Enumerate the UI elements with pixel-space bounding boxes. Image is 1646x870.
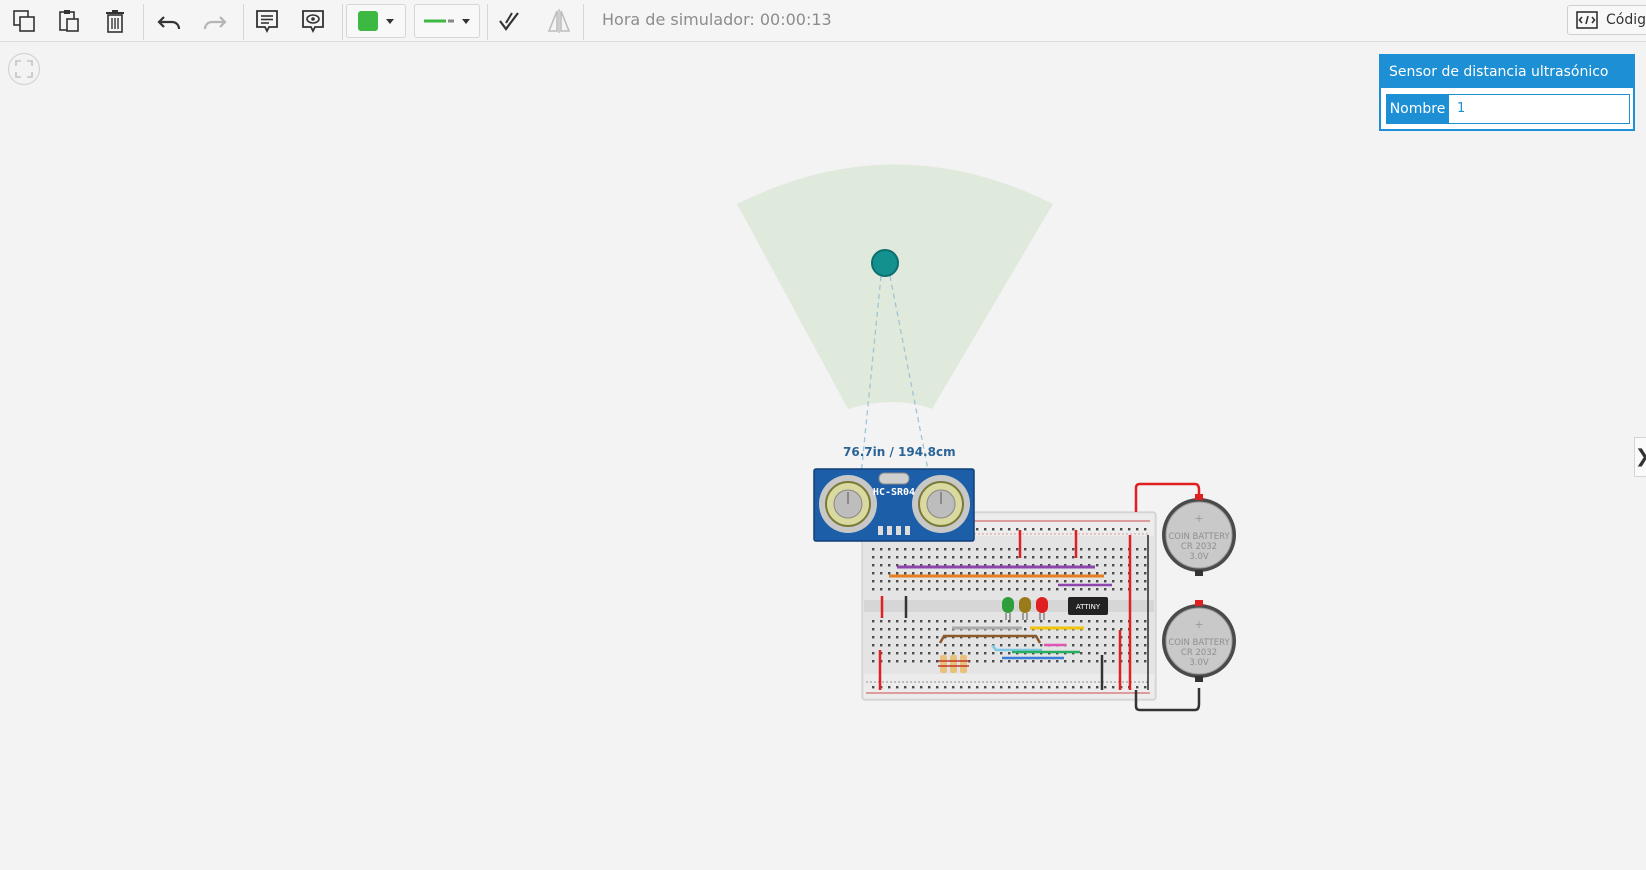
chip-label: ATTINY bbox=[1076, 603, 1101, 611]
inspector-panel: Sensor de distancia ultrasónico Nombre bbox=[1379, 54, 1635, 131]
battery-label-line-3: 3.0V bbox=[1189, 552, 1209, 562]
battery-label-line-1: COIN BATTERY bbox=[1168, 638, 1230, 648]
battery-label-line-2: CR 2032 bbox=[1181, 542, 1217, 552]
battery-label-line-1: COIN BATTERY bbox=[1168, 532, 1230, 542]
resistors[interactable] bbox=[938, 655, 969, 673]
distance-readout: 76.7in / 194.8cm bbox=[843, 445, 956, 459]
svg-text:+: + bbox=[1194, 512, 1203, 525]
name-label: Nombre bbox=[1386, 94, 1449, 124]
battery-label-line-3: 3.0V bbox=[1189, 658, 1209, 668]
inspector-name-row: Nombre bbox=[1386, 94, 1630, 124]
ultrasonic-sensor[interactable]: HC-SR04 bbox=[813, 468, 975, 542]
name-field[interactable] bbox=[1449, 94, 1630, 124]
coin-battery-1[interactable]: + COIN BATTERY CR 2032 3.0V bbox=[1162, 494, 1236, 576]
svg-text:+: + bbox=[1194, 618, 1203, 631]
inspector-title: Sensor de distancia ultrasónico bbox=[1381, 56, 1633, 88]
target-object[interactable] bbox=[871, 249, 899, 277]
coin-battery-2[interactable]: + COIN BATTERY CR 2032 3.0V bbox=[1162, 600, 1236, 682]
attiny-chip[interactable]: ATTINY bbox=[1068, 597, 1108, 615]
side-panel-toggle[interactable]: ❯ bbox=[1634, 437, 1646, 477]
sensor-model-label: HC-SR04 bbox=[873, 487, 915, 498]
sensor-detection-cone bbox=[737, 164, 1053, 409]
battery-label-line-2: CR 2032 bbox=[1181, 648, 1217, 658]
